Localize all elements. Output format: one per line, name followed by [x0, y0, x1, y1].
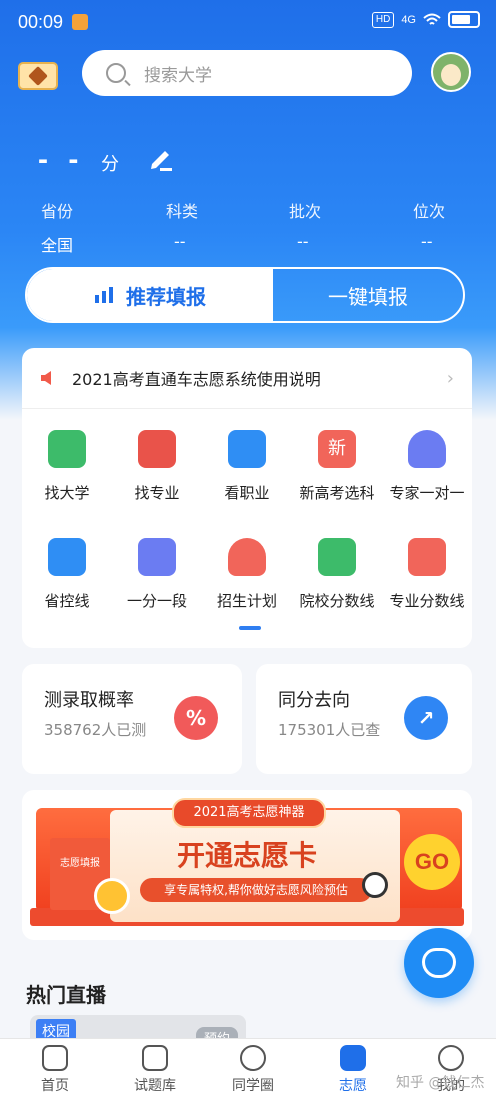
hd-indicator: HD	[371, 11, 395, 28]
expert-icon	[408, 430, 446, 468]
same-score-destination-card[interactable]: 同分去向 175301人已查 ↗	[256, 664, 472, 774]
book-icon	[138, 430, 176, 468]
status-bar: 00:09 HD 4G	[0, 0, 496, 44]
wifi-icon	[423, 13, 441, 25]
search-bar[interactable]: 搜索大学	[82, 50, 412, 96]
chart-icon	[95, 287, 113, 303]
segment-icon	[138, 538, 176, 576]
feature-score-segment[interactable]: 一分一段	[112, 538, 202, 611]
search-placeholder: 搜索大学	[144, 65, 212, 86]
info-province[interactable]: 省份 全国	[41, 198, 73, 256]
feature-find-university[interactable]: 找大学	[22, 430, 112, 503]
vip-icon	[28, 66, 48, 86]
chevron-right-icon: ›	[446, 368, 454, 389]
hot-live-title: 热门直播	[26, 983, 106, 1007]
go-button[interactable]: GO	[404, 834, 460, 890]
profile-icon	[438, 1045, 464, 1071]
headset-icon	[422, 948, 456, 978]
banner-subtitle: 享专属特权,帮你做好志愿风险预估	[140, 878, 372, 902]
page-indicator	[239, 626, 261, 630]
feature-new-gaokao-subject[interactable]: 新 新高考选科	[292, 430, 382, 503]
nav-home[interactable]: 首页	[20, 1045, 90, 1095]
fill-mode-tabs: 推荐填报 一键填报	[25, 267, 465, 323]
edit-icon[interactable]	[146, 142, 176, 172]
home-icon	[42, 1045, 68, 1071]
avatar[interactable]	[431, 52, 471, 92]
search-icon	[106, 63, 126, 83]
feature-view-career[interactable]: 看职业	[202, 430, 292, 503]
person-icon	[228, 538, 266, 576]
notification-app-icon	[72, 14, 88, 30]
line-chart-icon	[48, 538, 86, 576]
arrow-up-right-icon: ↗	[404, 696, 448, 740]
tab-recommend[interactable]: 推荐填报	[27, 269, 273, 321]
feature-find-major[interactable]: 找专业	[112, 430, 202, 503]
feature-expert-one-on-one[interactable]: 专家一对一	[382, 430, 472, 503]
network-indicator: 4G	[401, 13, 416, 26]
info-rank[interactable]: 位次 --	[413, 198, 445, 251]
vip-card-button[interactable]	[18, 62, 58, 90]
nav-classmates[interactable]: 同学圈	[218, 1045, 288, 1095]
new-badge-icon: 新	[318, 430, 356, 468]
notice-bar[interactable]: 2021高考直通车志愿系统使用说明 ›	[22, 348, 472, 409]
college-chart-icon	[318, 538, 356, 576]
customer-service-button[interactable]	[404, 928, 474, 998]
score-value: - -	[38, 143, 85, 176]
speaker-icon	[41, 371, 51, 385]
feature-enrollment-plan[interactable]: 招生计划	[202, 538, 292, 611]
major-chart-icon	[408, 538, 446, 576]
percent-icon: %	[174, 696, 218, 740]
info-batch[interactable]: 批次 --	[289, 198, 321, 251]
score-unit: 分	[101, 154, 119, 175]
score-info-grid: 省份 全国 科类 -- 批次 -- 位次 --	[0, 198, 496, 255]
feature-province-line[interactable]: 省控线	[22, 538, 112, 611]
graduation-cap-icon	[340, 1045, 366, 1071]
watermark: 知乎 @钱仁杰	[396, 1075, 485, 1091]
feature-college-score-line[interactable]: 院校分数线	[292, 538, 382, 611]
question-bank-icon	[142, 1045, 168, 1071]
circle-icon	[240, 1045, 266, 1071]
banner-tag: 2021高考志愿神器	[172, 798, 326, 828]
magnifier-icon	[362, 872, 388, 898]
feature-card: 2021高考直通车志愿系统使用说明 › 找大学 找专业 看职业 新 新高考选科 …	[22, 348, 472, 648]
battery-icon	[448, 11, 480, 28]
promo-banner[interactable]: 志愿填报 2021高考志愿神器 开通志愿卡 享专属特权,帮你做好志愿风险预估 G…	[22, 790, 472, 940]
clock-icon	[94, 878, 130, 914]
admission-probability-card[interactable]: 测录取概率 358762人已测 %	[22, 664, 242, 774]
status-time: 00:09	[18, 12, 64, 32]
briefcase-icon	[228, 430, 266, 468]
school-icon	[48, 430, 86, 468]
feature-major-score-line[interactable]: 专业分数线	[382, 538, 472, 611]
tab-onekey[interactable]: 一键填报	[273, 269, 463, 321]
nav-question-bank[interactable]: 试题库	[120, 1045, 190, 1095]
info-subject[interactable]: 科类 --	[166, 198, 198, 251]
nav-volunteer[interactable]: 志愿	[318, 1045, 388, 1095]
